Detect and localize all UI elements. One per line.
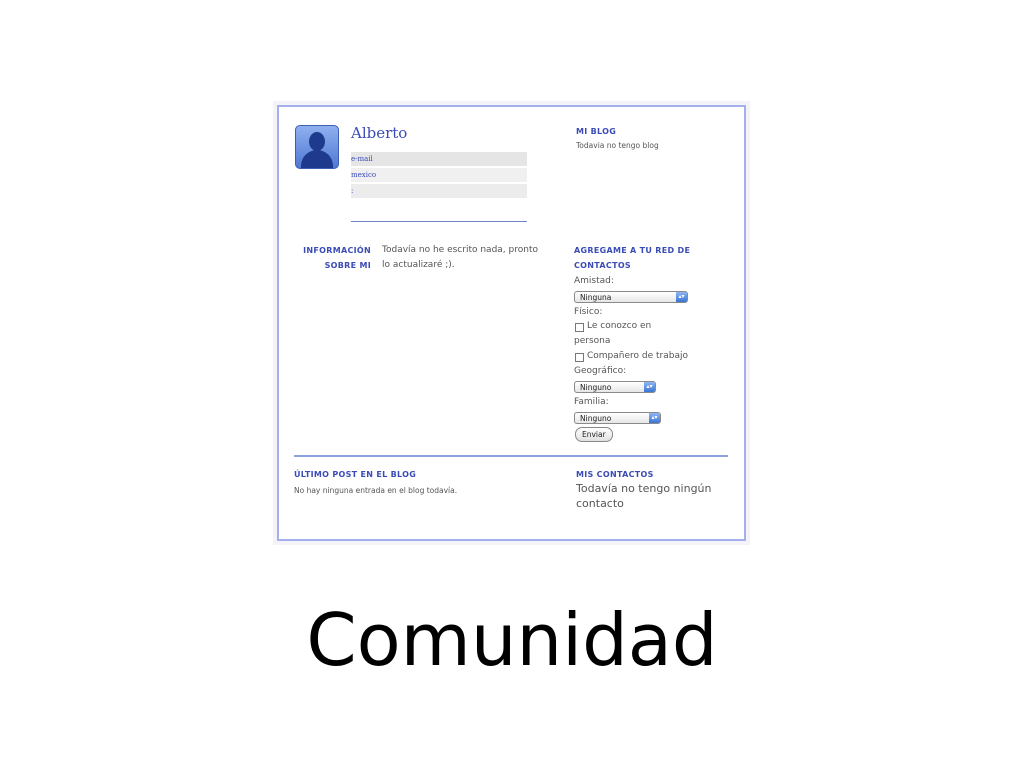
profile-divider bbox=[351, 221, 527, 222]
family-label: Familia: bbox=[574, 397, 609, 407]
profile-screenshot: Alberto e-mail mexico : MI BLOG Todavia … bbox=[273, 101, 750, 545]
geo-label: Geográfico: bbox=[574, 366, 627, 376]
last-post-text: No hay ninguna entrada en el blog todaví… bbox=[294, 486, 458, 495]
profile-extra: : bbox=[351, 184, 527, 198]
up-down-arrow-icon: ▴▾ bbox=[649, 413, 660, 423]
up-down-arrow-icon: ▴▾ bbox=[644, 382, 655, 392]
blog-heading[interactable]: MI BLOG bbox=[576, 124, 616, 139]
profile-email[interactable]: e-mail bbox=[351, 152, 527, 166]
about-heading: INFORMACIÓN SOBRE MI bbox=[303, 246, 371, 270]
user-silhouette-icon bbox=[295, 125, 339, 169]
geo-select[interactable]: Ninguno ▴▾ bbox=[574, 381, 656, 393]
contacts-heading[interactable]: MIS CONTACTOS bbox=[576, 467, 654, 482]
know-in-person-label: Le conozco en bbox=[587, 321, 652, 331]
network-heading: AGREGAME A TU RED DE CONTACTOS bbox=[574, 246, 691, 270]
friendship-select[interactable]: Ninguna ▴▾ bbox=[574, 291, 688, 303]
coworker-label: Compañero de trabajo bbox=[587, 351, 688, 361]
friendship-label: Amistad: bbox=[574, 276, 614, 286]
know-in-person-label-cont: persona bbox=[574, 336, 611, 346]
submit-button[interactable]: Enviar bbox=[575, 427, 613, 442]
profile-location: mexico bbox=[351, 168, 527, 182]
know-in-person-checkbox[interactable] bbox=[575, 323, 584, 332]
last-post-heading[interactable]: ÚLTIMO POST EN EL BLOG bbox=[294, 467, 416, 482]
blog-text: Todavia no tengo blog bbox=[576, 141, 659, 150]
family-select[interactable]: Ninguno ▴▾ bbox=[574, 412, 661, 424]
slide-caption: Comunidad bbox=[306, 598, 718, 682]
profile-name[interactable]: Alberto bbox=[351, 124, 407, 142]
profile-panel: Alberto e-mail mexico : MI BLOG Todavia … bbox=[277, 105, 746, 541]
up-down-arrow-icon: ▴▾ bbox=[676, 292, 687, 302]
about-text: Todavía no he escrito nada, pronto lo ac… bbox=[382, 245, 538, 270]
coworker-checkbox[interactable] bbox=[575, 353, 584, 362]
contacts-text: Todavía no tengo ningún contacto bbox=[576, 482, 712, 510]
section-divider bbox=[294, 455, 728, 457]
physical-label: Físico: bbox=[574, 307, 603, 317]
